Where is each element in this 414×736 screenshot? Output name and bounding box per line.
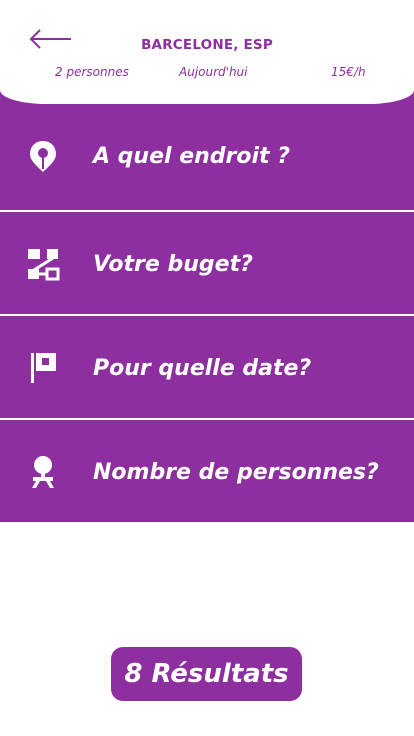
option-date-label: Pour quelle date?	[93, 355, 312, 381]
flag-icon	[26, 351, 60, 385]
persons-summary: 2 personnes	[55, 65, 129, 79]
option-persons-label: Nombre de personnes?	[93, 459, 379, 485]
map-pin-icon	[26, 139, 60, 173]
date-summary: Aujourd'hui	[179, 65, 248, 79]
option-budget[interactable]: Votre buget?	[0, 212, 414, 316]
results-button[interactable]: 8 Résultats	[111, 647, 302, 701]
option-location-label: A quel endroit ?	[93, 143, 290, 169]
option-location[interactable]: A quel endroit ?	[0, 104, 414, 208]
option-persons[interactable]: Nombre de personnes?	[0, 420, 414, 524]
header: BARCELONE, ESP 2 personnes Aujourd'hui 1…	[0, 0, 414, 104]
price-summary: 15€/h	[331, 65, 366, 79]
option-date[interactable]: Pour quelle date?	[0, 316, 414, 420]
option-budget-label: Votre buget?	[93, 251, 253, 277]
budget-flow-icon	[26, 247, 60, 281]
page-title: BARCELONE, ESP	[141, 37, 273, 53]
person-icon	[26, 455, 60, 489]
